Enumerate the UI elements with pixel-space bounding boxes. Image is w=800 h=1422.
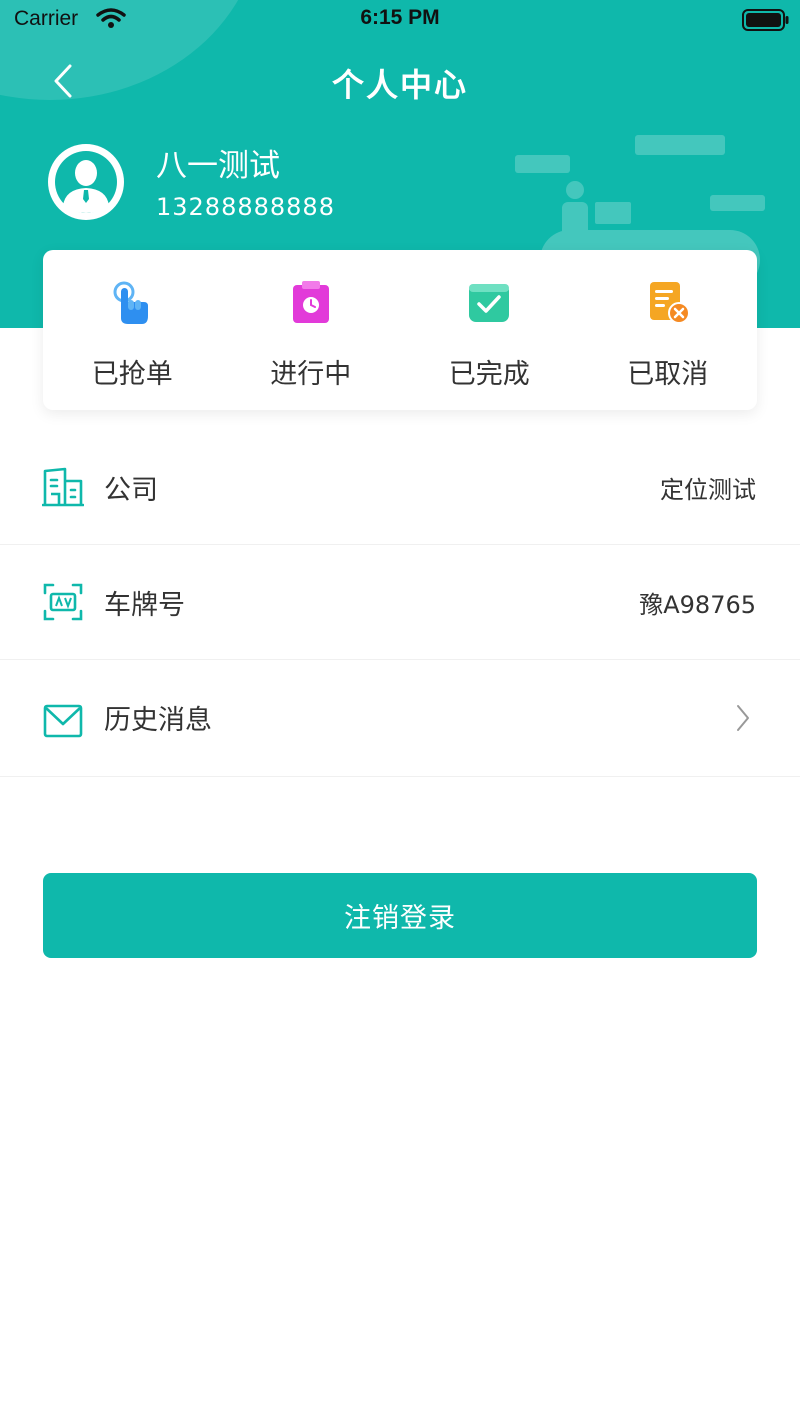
history-messages-row[interactable]: 历史消息 <box>0 660 800 777</box>
building-icon <box>42 467 84 507</box>
plate-value: 豫A98765 <box>639 591 756 619</box>
plate-row: 车牌号 豫A98765 <box>0 545 800 660</box>
company-label: 公司 <box>104 475 158 506</box>
stat-completed[interactable]: 已完成 <box>400 250 579 410</box>
stat-label: 已抢单 <box>91 359 173 390</box>
company-value: 定位测试 <box>660 476 756 504</box>
license-plate-scan-icon <box>43 583 83 621</box>
order-stats-card: 已抢单 进行中 已完成 已取消 <box>43 250 757 410</box>
user-icon <box>55 151 117 213</box>
stat-grabbed[interactable]: 已抢单 <box>43 250 222 410</box>
status-bar: Carrier 6:15 PM <box>0 0 800 40</box>
page-title: 个人中心 <box>331 66 468 104</box>
logout-button[interactable]: 注销登录 <box>43 873 757 958</box>
chevron-right-icon <box>737 705 749 731</box>
mail-icon <box>43 704 83 738</box>
document-cancel-icon <box>649 282 690 324</box>
user-phone: 13288888888 <box>156 193 335 221</box>
stat-label: 进行中 <box>270 359 352 390</box>
messages-label: 历史消息 <box>104 705 212 736</box>
battery-icon <box>742 9 789 31</box>
check-box-icon <box>469 284 510 322</box>
stat-label: 已取消 <box>627 359 709 390</box>
user-name: 八一测试 <box>156 148 280 184</box>
status-time: 6:15 PM <box>360 6 440 29</box>
stat-label: 已完成 <box>448 359 530 390</box>
plate-label: 车牌号 <box>104 590 185 621</box>
clipboard-clock-icon <box>292 281 329 323</box>
stat-cancelled[interactable]: 已取消 <box>579 250 758 410</box>
stat-in-progress[interactable]: 进行中 <box>222 250 401 410</box>
hand-tap-icon <box>113 281 149 324</box>
avatar[interactable] <box>48 144 124 220</box>
company-row: 公司 定位测试 <box>0 430 800 545</box>
